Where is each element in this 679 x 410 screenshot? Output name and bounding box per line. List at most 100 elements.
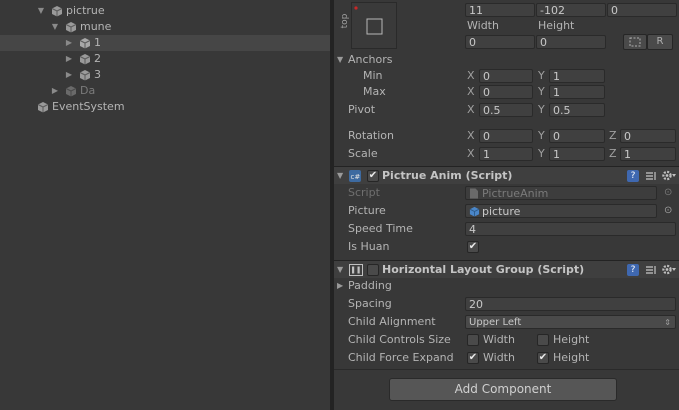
scale-y-field[interactable]: 1	[549, 147, 605, 161]
controls-width-checkbox[interactable]	[467, 334, 479, 346]
collapse-arrow-icon[interactable]: ▶	[50, 83, 60, 99]
height-field[interactable]: 0	[536, 35, 606, 49]
width-field[interactable]: 0	[465, 35, 535, 49]
controls-width-label: Width	[483, 333, 515, 346]
object-picker-icon[interactable]: ⊙	[664, 186, 672, 200]
add-component-button[interactable]: Add Component	[389, 378, 617, 401]
foldout-arrow-icon[interactable]: ▼	[337, 263, 343, 277]
controls-height-checkbox[interactable]	[537, 334, 549, 346]
pivot-y-field[interactable]: 0.5	[549, 103, 605, 117]
gameobject-cube-icon	[51, 6, 63, 17]
anchor-preset-side-label: top	[338, 2, 350, 42]
rotation-y-field[interactable]: 0	[549, 129, 605, 143]
expand-width-checkbox[interactable]: ✔	[467, 352, 479, 364]
anchors-foldout-arrow-icon[interactable]: ▼	[337, 53, 343, 67]
foldout-arrow-icon[interactable]: ▼	[337, 169, 343, 183]
child-alignment-label: Child Alignment	[348, 315, 436, 328]
anchors-label[interactable]: Anchors	[348, 53, 393, 67]
preset-icon[interactable]	[645, 170, 657, 182]
rotation-x-field[interactable]: 0	[479, 129, 533, 143]
rotation-label: Rotation	[348, 129, 395, 142]
gameobject-cube-icon	[79, 54, 91, 65]
hierarchy-item-3[interactable]: ▶ 3	[0, 67, 330, 83]
height-label: Height	[538, 19, 575, 32]
hierarchy-item-2[interactable]: ▶ 2	[0, 51, 330, 67]
rotation-z-field[interactable]: 0	[620, 129, 676, 143]
picture-object-field[interactable]: picture	[465, 204, 657, 218]
horizontal-layout-icon	[349, 264, 363, 276]
object-picker-icon[interactable]: ⊙	[664, 204, 672, 218]
pos-y-field[interactable]: -102	[536, 3, 606, 17]
child-alignment-value: Upper Left	[469, 317, 522, 328]
script-object-field: PictrueAnim	[465, 186, 657, 200]
blueprint-mode-button[interactable]	[623, 34, 647, 50]
script-label: Script	[348, 186, 380, 199]
hierarchy-item-mune[interactable]: ▼ mune	[0, 19, 330, 35]
pos-x-field[interactable]: 11	[465, 3, 535, 17]
anchor-preset-button[interactable]	[351, 2, 397, 49]
divider	[334, 369, 679, 370]
dropdown-arrows-icon: ⇕	[664, 318, 671, 327]
pivot-label: Pivot	[348, 103, 376, 116]
anchor-max-y-field[interactable]: 1	[549, 85, 605, 99]
script-icon: c#	[349, 170, 361, 182]
speed-time-field[interactable]: 4	[465, 222, 676, 236]
pivot-x-field[interactable]: 0.5	[479, 103, 533, 117]
help-icon[interactable]: ?	[627, 170, 639, 182]
is-huan-checkbox[interactable]: ✔	[467, 241, 479, 253]
min-label: Min	[363, 69, 383, 82]
raw-edit-button[interactable]: R	[647, 34, 673, 50]
width-label: Width	[467, 19, 499, 32]
padding-foldout-arrow-icon[interactable]: ▶	[337, 279, 343, 293]
hierarchy-item-eventsystem[interactable]: EventSystem	[0, 99, 330, 115]
layout-group-header[interactable]: ▼ Horizontal Layout Group (Script) ?	[334, 260, 679, 278]
scale-label: Scale	[348, 147, 378, 160]
padding-label[interactable]: Padding	[348, 279, 392, 293]
hierarchy-item-pictrue[interactable]: ▼ pictrue	[0, 3, 330, 19]
script-file-icon	[470, 188, 478, 199]
hierarchy-label: 2	[94, 52, 101, 65]
gear-icon[interactable]	[661, 169, 677, 182]
expand-height-checkbox[interactable]: ✔	[537, 352, 549, 364]
help-icon[interactable]: ?	[627, 264, 639, 276]
child-controls-size-label: Child Controls Size	[348, 333, 451, 346]
scale-x-field[interactable]: 1	[479, 147, 533, 161]
pos-z-field[interactable]: 0	[607, 3, 677, 17]
spacing-label: Spacing	[348, 297, 392, 310]
spacing-field[interactable]: 20	[465, 297, 676, 311]
collapse-arrow-icon[interactable]: ▶	[64, 51, 74, 67]
axis-y-label: Y	[538, 147, 545, 160]
gameobject-cube-icon	[37, 102, 49, 113]
child-force-expand-label: Child Force Expand	[348, 351, 454, 364]
component-enabled-checkbox[interactable]	[367, 264, 379, 276]
hierarchy-item-da[interactable]: ▶ Da	[0, 83, 330, 99]
hierarchy-label: 3	[94, 68, 101, 81]
anchor-min-x-field[interactable]: 0	[479, 69, 533, 83]
anchor-max-x-field[interactable]: 0	[479, 85, 533, 99]
gear-icon[interactable]	[661, 263, 677, 276]
axis-y-label: Y	[538, 85, 545, 98]
picture-label: Picture	[348, 204, 386, 217]
max-label: Max	[363, 85, 386, 98]
anchor-preset-icon	[354, 6, 383, 35]
hierarchy-panel: ▼ pictrue ▼ mune ▶ 1 ▶ 2 ▶ 3 ▶ Da EventS…	[0, 0, 330, 410]
child-alignment-dropdown[interactable]: Upper Left ⇕	[465, 315, 676, 329]
preset-icon[interactable]	[645, 264, 657, 276]
axis-x-label: X	[467, 129, 475, 142]
axis-x-label: X	[467, 85, 475, 98]
scale-z-field[interactable]: 1	[620, 147, 676, 161]
collapse-arrow-icon[interactable]: ▶	[64, 67, 74, 83]
hierarchy-label: 1	[94, 36, 101, 49]
expand-width-label: Width	[483, 351, 515, 364]
picture-value: picture	[482, 205, 521, 218]
pictrue-anim-header[interactable]: ▼ c# ✔ Pictrue Anim (Script) ?	[334, 166, 679, 184]
component-enabled-checkbox[interactable]: ✔	[367, 170, 379, 182]
expand-arrow-icon[interactable]: ▼	[50, 19, 60, 35]
anchor-min-y-field[interactable]: 1	[549, 69, 605, 83]
inspector-panel: top 11 -102 0 Width Height 0 0 R ▼ Ancho…	[334, 0, 679, 410]
axis-y-label: Y	[538, 103, 545, 116]
expand-arrow-icon[interactable]: ▼	[36, 3, 46, 19]
collapse-arrow-icon[interactable]: ▶	[64, 35, 74, 51]
axis-x-label: X	[467, 147, 475, 160]
hierarchy-item-1[interactable]: ▶ 1	[0, 35, 330, 51]
